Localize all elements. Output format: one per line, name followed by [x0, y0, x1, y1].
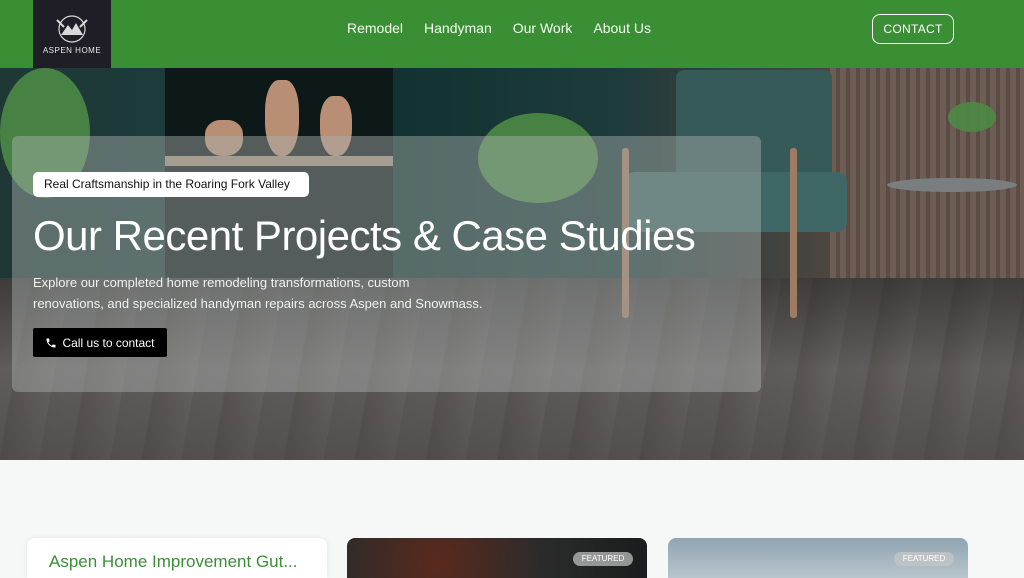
nav-item-remodel[interactable]: Remodel	[347, 18, 403, 38]
hero-tagline: Real Craftsmanship in the Roaring Fork V…	[33, 172, 309, 197]
plant-decoration	[948, 102, 996, 132]
main-nav: Remodel Handyman Our Work About Us	[347, 18, 672, 38]
featured-badge: FEATURED	[894, 552, 954, 566]
project-card[interactable]: Aspen Home Improvement Gut...	[27, 538, 327, 578]
project-card-title: Aspen Home Improvement Gut...	[49, 552, 298, 571]
nav-item-handyman[interactable]: Handyman	[424, 18, 492, 38]
nav-item-our-work[interactable]: Our Work	[513, 18, 573, 38]
logo-mountain-icon	[56, 14, 88, 43]
phone-icon	[46, 338, 56, 347]
contact-button[interactable]: CONTACT	[872, 14, 954, 44]
site-header: ASPEN HOME Remodel Handyman Our Work Abo…	[0, 0, 1024, 68]
project-card[interactable]: FEATURED	[347, 538, 647, 578]
call-button-label: Call us to contact	[62, 335, 155, 350]
featured-badge: FEATURED	[573, 552, 633, 566]
side-table-decoration	[887, 178, 1017, 192]
hero-background-slats	[830, 68, 1024, 278]
project-card[interactable]: FEATURED	[668, 538, 968, 578]
chair-leg-decoration	[790, 148, 797, 318]
page-title: Our Recent Projects & Case Studies	[33, 212, 696, 259]
nav-item-about-us[interactable]: About Us	[593, 18, 651, 38]
call-to-contact-button[interactable]: Call us to contact	[33, 328, 167, 357]
hero-section	[0, 68, 1024, 460]
hero-description: Explore our completed home remodeling tr…	[33, 275, 483, 311]
site-logo[interactable]: ASPEN HOME	[33, 0, 111, 68]
logo-text: ASPEN HOME	[42, 45, 102, 55]
